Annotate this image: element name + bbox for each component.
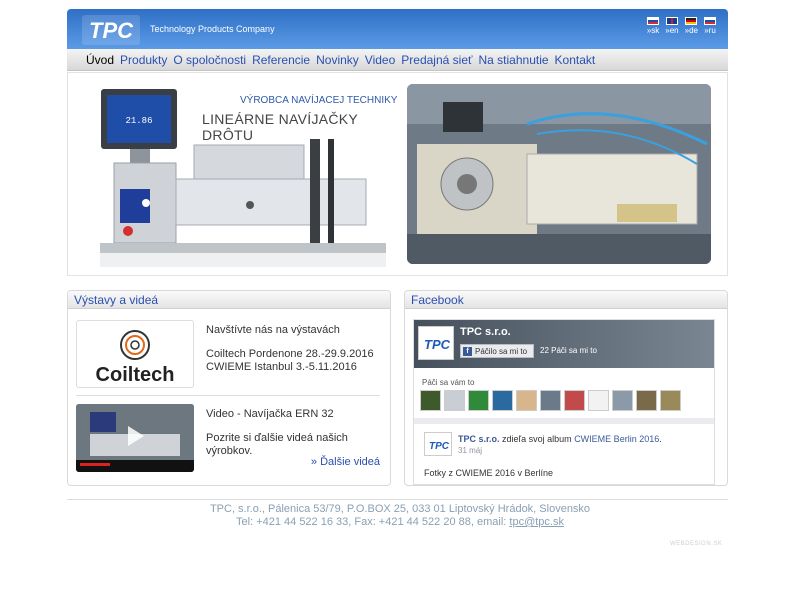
avatar[interactable] xyxy=(588,390,609,411)
lang-ru[interactable]: »ru xyxy=(704,17,716,35)
facebook-page-name[interactable]: TPC s.r.o. xyxy=(460,326,511,338)
tpc-logo[interactable]: TPC xyxy=(82,15,140,45)
more-videos-link[interactable]: » Ďalšie videá xyxy=(311,456,380,468)
avatar[interactable] xyxy=(444,390,465,411)
facebook-post-text: Fotky z CWIEME 2016 v Berlíne xyxy=(424,468,554,478)
facebook-post-date[interactable]: 31 máj xyxy=(458,446,482,455)
nav-item-uvod[interactable]: Úvod xyxy=(86,49,114,71)
video-item-text-cont: výrobkov. xyxy=(206,445,253,457)
avatar[interactable] xyxy=(612,390,633,411)
flag-en-icon xyxy=(665,17,678,25)
facebook-post-header: TPC s.r.o. zdieľa svoj album CWIEME Berl… xyxy=(458,434,662,444)
facebook-post-avatar[interactable]: TPC xyxy=(424,432,452,456)
video-thumbnail[interactable] xyxy=(76,404,194,472)
coiltech-thumbnail[interactable]: Coiltech xyxy=(76,320,194,388)
facebook-widget: TPC TPC s.r.o. f Páčilo sa mi to 22 Páči… xyxy=(413,319,715,485)
facebook-separator xyxy=(414,418,714,424)
facebook-friends-label: Páči sa vám to xyxy=(422,378,475,387)
nav-item-predajna-siet[interactable]: Predajná sieť xyxy=(401,49,472,71)
nav-item-referencie[interactable]: Referencie xyxy=(252,49,310,71)
nav-item-novinky[interactable]: Novinky xyxy=(316,49,359,71)
avatar[interactable] xyxy=(660,390,681,411)
facebook-heading: Facebook xyxy=(405,291,727,309)
banner-photo xyxy=(407,84,711,264)
banner-title-manufacturer: VÝROBCA NAVÍJACEJ TECHNIKY xyxy=(240,95,398,106)
nav-item-o-spolocnosti[interactable]: O spoločnosti xyxy=(173,49,246,71)
lang-de-label: »de xyxy=(684,26,698,35)
facebook-f-icon: f xyxy=(463,346,472,356)
facebook-panel: Facebook TPC TPC s.r.o. f Páčilo sa mi t… xyxy=(404,290,728,486)
facebook-post-logo-text: TPC xyxy=(429,441,450,452)
facebook-like-label: Páčilo sa mi to xyxy=(475,346,528,356)
avatar[interactable] xyxy=(492,390,513,411)
nav-item-na-stiahnutie[interactable]: Na stiahnutie xyxy=(479,49,549,71)
exhibitions-panel: Výstavy a videá Coiltech Navštívte nás n… xyxy=(67,290,391,486)
footer-contacts: Tel: +421 44 522 16 33, Fax: +421 44 522… xyxy=(0,516,800,528)
facebook-like-count: 22 Páči sa mi to xyxy=(540,346,597,355)
facebook-like-button[interactable]: f Páčilo sa mi to xyxy=(460,344,534,358)
nav-item-video[interactable]: Video xyxy=(365,49,395,71)
facebook-post-author[interactable]: TPC s.r.o. xyxy=(458,434,500,444)
video-item-title: Video - Navíjačka ERN 32 xyxy=(206,408,334,420)
hero-banner: 21.86 VÝROBCA NAVÍJACEJ TECHNIKY LINEÁRN… xyxy=(67,72,728,276)
language-switcher: »sk »en »de »ru xyxy=(647,17,716,35)
banner-title-product: LINEÁRNE NAVÍJAČKY DRÔTU xyxy=(202,111,358,143)
lang-en[interactable]: »en xyxy=(665,17,679,35)
exhibitions-heading: Výstavy a videá xyxy=(68,291,390,309)
lang-de[interactable]: »de xyxy=(685,17,698,35)
avatar[interactable] xyxy=(540,390,561,411)
video-item-text: Pozrite si ďalšie videá našich xyxy=(206,432,348,444)
svg-text:TPC: TPC xyxy=(89,18,134,43)
exhibition-coiltech: Coiltech Pordenone 28.-29.9.2016 xyxy=(206,348,374,360)
avatar[interactable] xyxy=(420,390,441,411)
lang-sk[interactable]: »sk xyxy=(647,17,659,35)
footer-divider xyxy=(67,499,728,500)
avatar[interactable] xyxy=(636,390,657,411)
flag-de-icon xyxy=(685,17,698,25)
footer-phones: Tel: +421 44 522 16 33, Fax: +421 44 522… xyxy=(236,516,510,528)
lang-en-label: »en xyxy=(665,26,679,35)
flag-sk-icon xyxy=(647,17,660,25)
facebook-post-action: zdieľa svoj album xyxy=(499,434,575,444)
tagline: Technology Products Company xyxy=(150,24,275,34)
webdesign-credit[interactable]: WEBDESIGN.SK xyxy=(670,541,722,547)
avatar[interactable] xyxy=(516,390,537,411)
footer-email-link[interactable]: tpc@tpc.sk xyxy=(509,516,564,528)
nav-item-produkty[interactable]: Produkty xyxy=(120,49,167,71)
monitor-reading: 21.86 xyxy=(125,116,152,126)
facebook-page-logo[interactable]: TPC xyxy=(418,326,454,360)
exhibitions-item-title: Navštívte nás na výstavách xyxy=(206,324,340,336)
avatar[interactable] xyxy=(468,390,489,411)
flag-ru-icon xyxy=(704,17,716,25)
site-header: TPC Technology Products Company »sk »en … xyxy=(67,9,728,49)
panel-divider xyxy=(76,395,380,396)
facebook-logo-text: TPC xyxy=(424,337,451,352)
video-preview-image xyxy=(76,404,194,472)
facebook-cover xyxy=(414,320,714,368)
nav-item-kontakt[interactable]: Kontakt xyxy=(555,49,596,71)
winding-machine-illustration: 21.86 xyxy=(100,89,386,267)
banner-product-image: 21.86 VÝROBCA NAVÍJACEJ TECHNIKY LINEÁRN… xyxy=(74,79,399,275)
lang-ru-label: »ru xyxy=(704,26,716,35)
coiltech-logo-image: Coiltech xyxy=(96,330,175,386)
machine-photo xyxy=(407,84,711,264)
coiltech-logo-text: Coiltech xyxy=(96,364,175,386)
exhibition-cwieme: CWIEME Istanbul 3.-5.11.2016 xyxy=(206,361,357,373)
facebook-friend-avatars xyxy=(420,390,681,411)
avatar[interactable] xyxy=(564,390,585,411)
facebook-post-album[interactable]: CWIEME Berlin 2016 xyxy=(574,434,659,444)
main-nav: Úvod Produkty O spoločnosti Referencie N… xyxy=(67,49,728,71)
footer-address: TPC, s.r.o., Pálenica 53/79, P.O.BOX 25,… xyxy=(209,503,591,515)
lang-sk-label: »sk xyxy=(646,26,660,35)
